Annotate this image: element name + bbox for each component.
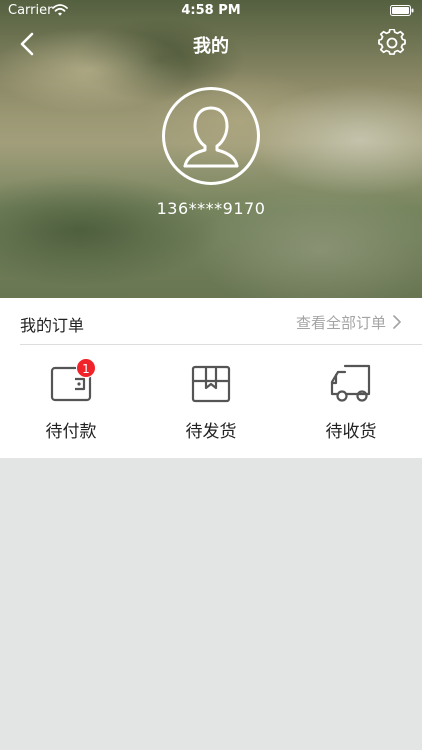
- profile-header-background: Carrier 4:58 PM 我的 136****9170: [0, 0, 422, 298]
- status-bar: Carrier 4:58 PM: [0, 0, 422, 22]
- avatar[interactable]: [162, 87, 260, 185]
- order-pending-shipment[interactable]: 待发货: [161, 362, 261, 444]
- orders-title: 我的订单: [20, 316, 85, 335]
- user-avatar-icon: [183, 106, 239, 168]
- divider: [20, 344, 422, 345]
- phone-number: 136****9170: [156, 199, 266, 218]
- gear-icon: [378, 28, 406, 55]
- orders-panel: 我的订单 查看全部订单 待付款 1 待发货 待收货: [0, 298, 422, 458]
- pending-payment-count-badge: 1: [76, 358, 96, 378]
- clock: 4:58 PM: [181, 3, 241, 18]
- order-pending-receipt-label: 待收货: [325, 422, 377, 442]
- view-all-orders-link[interactable]: 查看全部订单: [296, 312, 402, 333]
- order-pending-receipt[interactable]: 待收货: [301, 362, 401, 444]
- orders-header: 我的订单 查看全部订单: [0, 298, 422, 345]
- screen: Carrier 4:58 PM 我的 136****9170 我的订单 查看全部…: [0, 0, 422, 750]
- package-icon: [189, 362, 233, 406]
- view-all-orders-label: 查看全部订单: [295, 314, 386, 332]
- battery-icon: [390, 5, 414, 16]
- order-pending-shipment-label: 待发货: [185, 422, 237, 442]
- page-title: 我的: [193, 36, 229, 57]
- order-pending-payment-label: 待付款: [45, 422, 97, 442]
- truck-icon: [329, 362, 373, 406]
- chevron-right-icon: [393, 315, 401, 329]
- order-pending-payment[interactable]: 待付款: [21, 362, 121, 444]
- settings-button[interactable]: [378, 28, 406, 57]
